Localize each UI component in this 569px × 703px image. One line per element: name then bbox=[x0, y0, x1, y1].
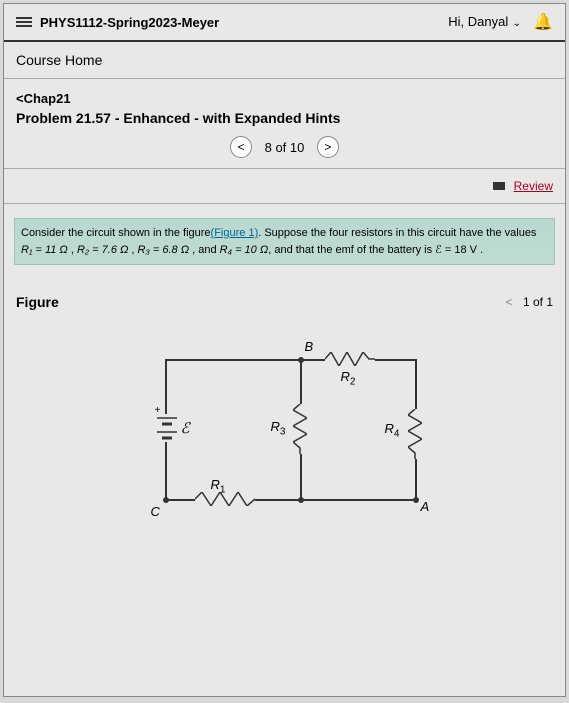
next-button[interactable]: > bbox=[317, 136, 339, 158]
emf-label: ℰ bbox=[181, 419, 190, 438]
prev-button[interactable]: < bbox=[230, 136, 252, 158]
resistor-r4 bbox=[408, 409, 422, 459]
course-title: PHYS1112-Spring2023-Meyer bbox=[40, 15, 219, 30]
course-home-link[interactable]: Course Home bbox=[4, 42, 565, 79]
r1-label: R1 bbox=[211, 477, 226, 496]
figure-label: Figure bbox=[16, 294, 59, 310]
figure-prev-icon[interactable]: < bbox=[506, 295, 513, 309]
r3-label: R3 bbox=[271, 419, 286, 438]
review-link[interactable]: Review bbox=[514, 179, 553, 193]
breadcrumb[interactable]: <Chap21 bbox=[4, 79, 565, 110]
bell-icon[interactable]: 🔔 bbox=[533, 12, 553, 32]
chevron-down-icon: ⌄ bbox=[513, 18, 521, 29]
r4-label: R4 bbox=[385, 421, 400, 440]
resistor-r2 bbox=[325, 352, 375, 366]
node-b-label: B bbox=[305, 339, 314, 354]
node-a-label: A bbox=[421, 499, 430, 514]
figure-pager: < 1 of 1 bbox=[506, 293, 554, 311]
circuit-figure: + B A C ℰ R1 R2 R3 R4 bbox=[4, 319, 565, 569]
problem-title: Problem 21.57 - Enhanced - with Expanded… bbox=[4, 110, 565, 132]
menu-icon[interactable] bbox=[16, 15, 32, 29]
node-c-label: C bbox=[151, 504, 160, 519]
user-greeting[interactable]: Hi, Danyal ⌄ bbox=[448, 13, 521, 31]
figure-link[interactable]: (Figure 1) bbox=[211, 227, 259, 239]
r2-label: R2 bbox=[341, 369, 356, 388]
problem-counter: 8 of 10 bbox=[265, 140, 305, 155]
problem-statement: Consider the circuit shown in the figure… bbox=[14, 218, 555, 265]
review-icon bbox=[493, 182, 505, 190]
resistor-r3 bbox=[293, 404, 307, 454]
